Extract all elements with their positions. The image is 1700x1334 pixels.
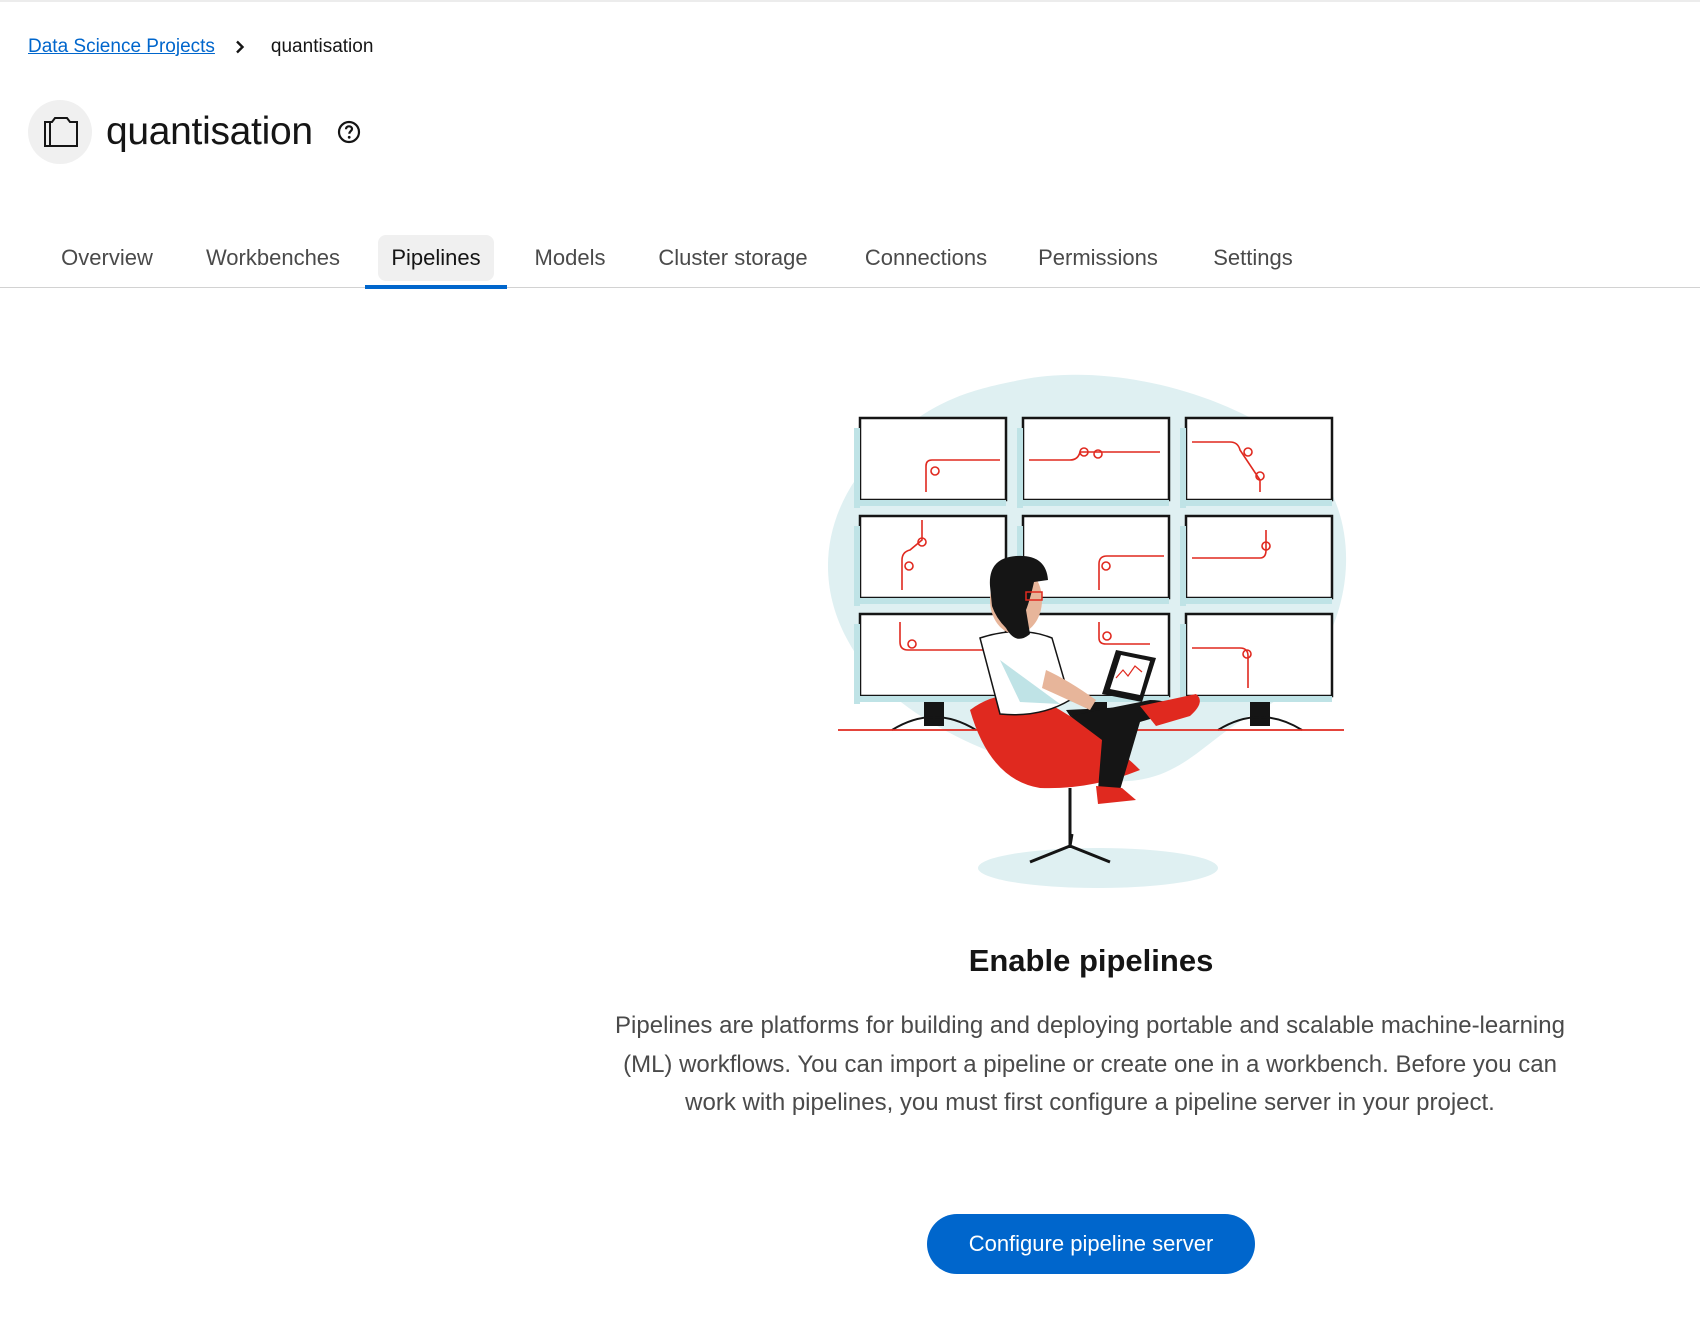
pipelines-illustration [820,370,1360,900]
tab-connections[interactable]: Connections [848,228,1004,288]
tab-label: Workbenches [205,245,341,270]
breadcrumb: Data Science Projects quantisation [28,36,373,58]
tab-cluster-storage[interactable]: Cluster storage [644,228,822,288]
tab-pipelines[interactable]: Pipelines [365,228,507,289]
top-divider [0,0,1700,2]
empty-state-description: Pipelines are platforms for building and… [615,1012,1565,1116]
tab-label: Settings [1213,245,1293,270]
tab-label: Permissions [1038,245,1158,270]
tab-settings[interactable]: Settings [1198,228,1308,288]
tab-label: Cluster storage [658,245,808,270]
question-circle-icon[interactable] [337,120,361,144]
page-title: quantisation [106,110,313,153]
tab-label: Pipelines [378,235,494,281]
chevron-right-icon [233,37,247,57]
tab-label: Connections [864,245,988,270]
project-tabs: Overview Workbenches Pipelines Models Cl… [0,228,1700,289]
tab-label: Models [534,245,606,270]
tab-overview[interactable]: Overview [46,228,168,288]
tab-label: Overview [61,245,153,270]
breadcrumb-current: quantisation [270,36,374,57]
empty-state-title: Enable pipelines [968,943,1214,978]
page-header: quantisation [28,100,361,164]
folder-icon [28,100,92,164]
breadcrumb-link-projects[interactable]: Data Science Projects [28,36,215,58]
configure-pipeline-server-button[interactable]: Configure pipeline server [927,1214,1255,1274]
tab-permissions[interactable]: Permissions [1026,228,1170,288]
tab-models[interactable]: Models [520,228,620,288]
tab-workbenches[interactable]: Workbenches [192,228,354,288]
